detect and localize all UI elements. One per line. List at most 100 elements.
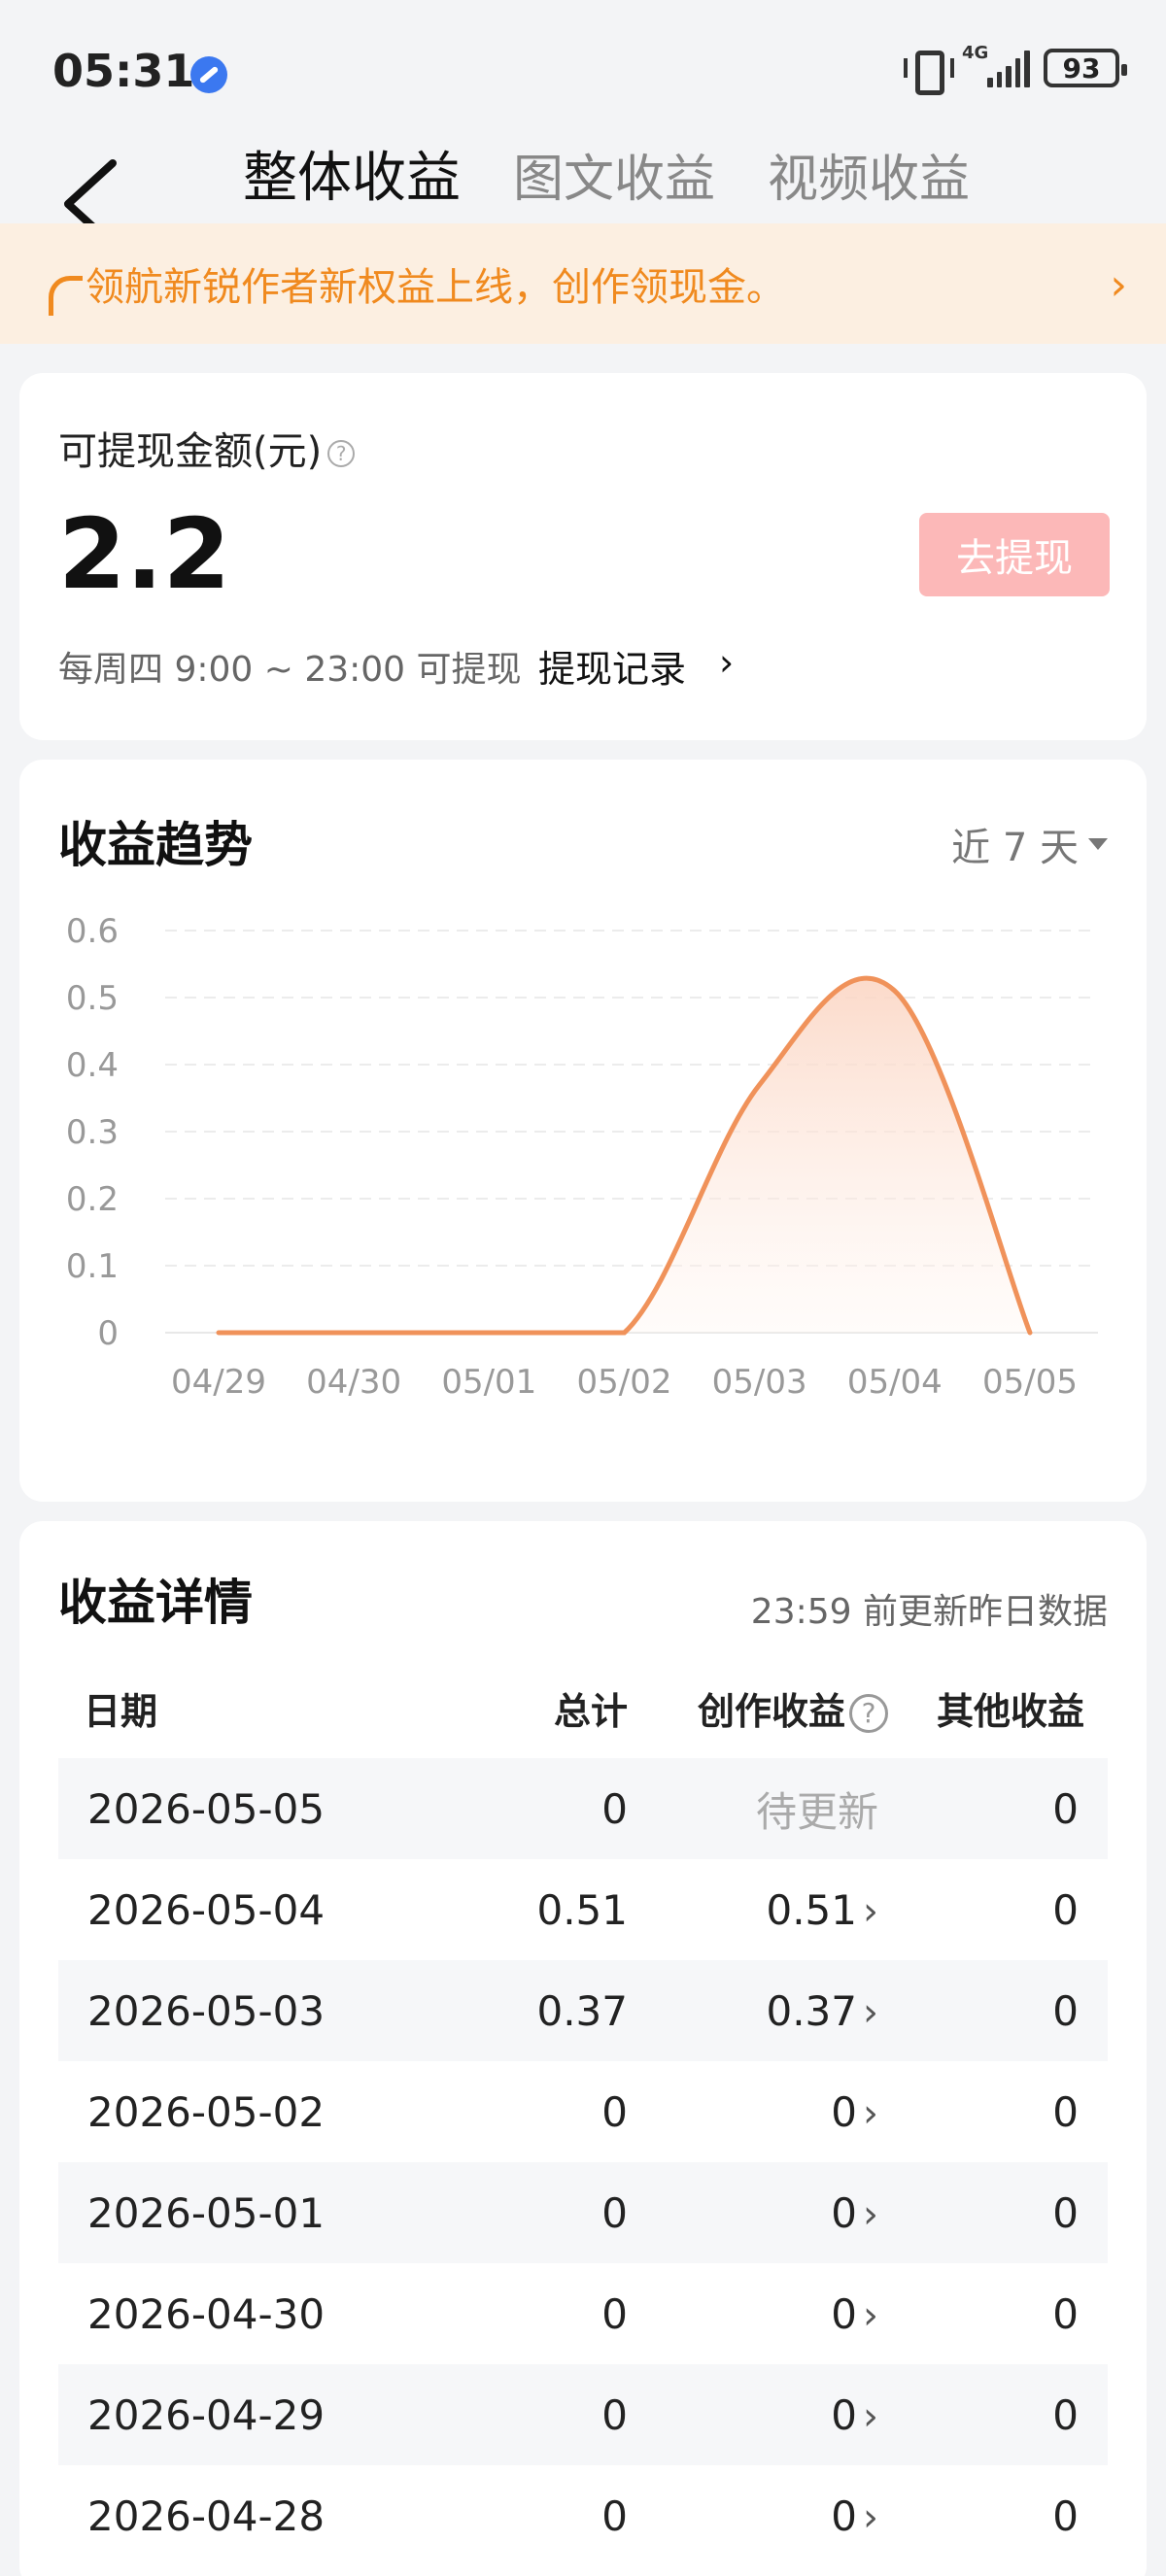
detail-title: 收益详情 [58, 1575, 253, 1631]
cell-create-value: 0 [831, 2390, 857, 2439]
trend-title: 收益趋势 [58, 817, 253, 873]
cell-total: 0 [601, 2491, 628, 2540]
cell-total: 0.51 [536, 1885, 628, 1934]
cell-other: 0 [1052, 1885, 1079, 1934]
x-tick-label: 04/29 [171, 1363, 266, 1402]
col-date: 日期 [84, 1689, 158, 1733]
tab-video-income[interactable]: 视频收益 [768, 138, 970, 211]
chevron-right-icon: › [863, 2494, 878, 2540]
cell-date: 2026-05-01 [87, 2188, 326, 2237]
table-row[interactable]: 2026-04-28 0 0 › 0 [58, 2465, 1108, 2566]
cell-create-value: 0.37 [766, 1986, 857, 2035]
cell-create[interactable]: 0 › [628, 2391, 898, 2439]
y-tick-label: 0.6 [66, 912, 119, 951]
cell-create: 待更新 [755, 1787, 878, 1836]
table-row[interactable]: 2026-05-05 0 待更新 0 [58, 1758, 1108, 1859]
cell-other: 0 [1052, 1784, 1079, 1833]
y-tick-label: 0.4 [66, 1046, 119, 1085]
tab-article-income[interactable]: 图文收益 [513, 138, 715, 211]
table-row[interactable]: 2026-04-29 0 0 › 0 [58, 2364, 1108, 2465]
x-tick-label: 05/05 [982, 1363, 1078, 1402]
tab-overall-income[interactable]: 整体收益 [243, 134, 461, 213]
promo-banner[interactable]: 领航新锐作者新权益上线，创作领现金。 › [0, 223, 1166, 344]
y-tick-label: 0.5 [66, 979, 119, 1018]
cell-create[interactable]: 0 › [628, 2492, 898, 2540]
detail-subtitle: 23:59 前更新昨日数据 [750, 1592, 1108, 1632]
cell-create-value: 0 [831, 2491, 857, 2540]
withdraw-amount: 2.2 [58, 497, 231, 611]
col-other: 其他收益 [936, 1689, 1084, 1733]
table-row[interactable]: 2026-05-01 0 0 › 0 [58, 2162, 1108, 2263]
cell-other: 0 [1052, 2289, 1079, 2338]
battery-icon: 93 [1044, 49, 1127, 87]
withdraw-button[interactable]: 去提现 [919, 513, 1110, 596]
chevron-right-icon: › [863, 2090, 878, 2136]
detail-card: 收益详情 23:59 前更新昨日数据 日期 总计 创作收益? 其他收益 2026… [19, 1521, 1147, 2576]
cell-create[interactable]: 0.51 › [628, 1886, 898, 1934]
cell-create-value: 0 [831, 2188, 857, 2237]
caret-down-icon [1088, 838, 1108, 850]
cell-total: 0 [601, 2390, 628, 2439]
cell-total: 0.37 [536, 1986, 628, 2035]
cell-total: 0 [601, 2087, 628, 2136]
cell-date: 2026-04-29 [87, 2390, 326, 2439]
chevron-right-icon: › [863, 2292, 878, 2338]
cell-total: 0 [601, 1784, 628, 1833]
battery-level: 93 [1062, 51, 1101, 85]
withdraw-time: 每周四 9:00 ~ 23:00 可提现 [58, 650, 522, 690]
banner-icon [43, 264, 83, 316]
chevron-right-icon: › [863, 1989, 878, 2035]
cell-total: 0 [601, 2289, 628, 2338]
signal-icon: 4G [962, 43, 1030, 87]
banner-text: 领航新锐作者新权益上线，创作领现金。 [86, 265, 785, 310]
cell-create[interactable]: 0.37 › [628, 1987, 898, 2035]
cell-create[interactable]: 0 › [628, 2189, 898, 2237]
trend-card: 收益趋势 近 7 天 0 0.1 0.2 0.3 0.4 0.5 0.6 04/29 04/30… [19, 760, 1147, 1502]
app-notification-icon [190, 56, 227, 93]
x-tick-label: 04/30 [306, 1363, 401, 1402]
table-row[interactable]: 2026-05-03 0.37 0.37 › 0 [58, 1960, 1108, 2061]
col-create-label: 创作收益 [697, 1689, 845, 1733]
x-tick-label: 05/04 [847, 1363, 943, 1402]
cell-date: 2026-04-30 [87, 2289, 326, 2338]
tab-bar: 整体收益 图文收益 视频收益 [243, 134, 970, 213]
network-type: 4G [962, 43, 989, 63]
cell-other: 0 [1052, 2491, 1079, 2540]
cell-date: 2026-05-05 [87, 1784, 326, 1833]
cell-create-value: 0.51 [766, 1885, 857, 1934]
income-table: 日期 总计 创作收益? 其他收益 2026-05-05 0 待更新 0 2026-05-… [58, 1657, 1108, 2566]
help-icon[interactable]: ? [327, 440, 356, 467]
table-row[interactable]: 2026-05-02 0 0 › 0 [58, 2061, 1108, 2162]
status-icons: 4G 93 [904, 43, 1127, 95]
chevron-right-icon: › [1110, 260, 1127, 310]
chevron-right-icon: › [863, 2191, 878, 2237]
cell-other: 0 [1052, 2087, 1079, 2136]
cell-create[interactable]: 0 › [628, 2088, 898, 2136]
withdraw-record-link[interactable]: 提现记录 [538, 639, 686, 693]
cell-other: 0 [1052, 2390, 1079, 2439]
y-tick-label: 0 [97, 1314, 119, 1353]
range-label: 近 7 天 [951, 826, 1079, 870]
x-tick-label: 05/01 [441, 1363, 536, 1402]
x-tick-label: 05/03 [712, 1363, 807, 1402]
cell-date: 2026-05-04 [87, 1885, 326, 1934]
status-bar: 05:31 4G 93 [0, 0, 1166, 146]
col-create: 创作收益? [628, 1681, 898, 1735]
cell-total: 0 [601, 2188, 628, 2237]
x-tick-label: 05/02 [577, 1363, 672, 1402]
cell-other: 0 [1052, 2188, 1079, 2237]
help-icon[interactable]: ? [849, 1694, 888, 1733]
col-total: 总计 [553, 1689, 628, 1733]
withdraw-label: 可提现金额(元)? [58, 420, 356, 476]
vibrate-icon [904, 49, 954, 95]
table-header: 日期 总计 创作收益? 其他收益 [58, 1657, 1108, 1758]
y-tick-label: 0.3 [66, 1113, 119, 1152]
withdraw-label-text: 可提现金额(元) [58, 429, 323, 474]
table-row[interactable]: 2026-04-30 0 0 › 0 [58, 2263, 1108, 2364]
series-area [219, 978, 1030, 1333]
table-row[interactable]: 2026-05-04 0.51 0.51 › 0 [58, 1859, 1108, 1960]
y-tick-label: 0.2 [66, 1180, 119, 1219]
cell-create[interactable]: 0 › [628, 2290, 898, 2338]
cell-create-value: 0 [831, 2289, 857, 2338]
range-dropdown[interactable]: 近 7 天 [951, 816, 1108, 872]
